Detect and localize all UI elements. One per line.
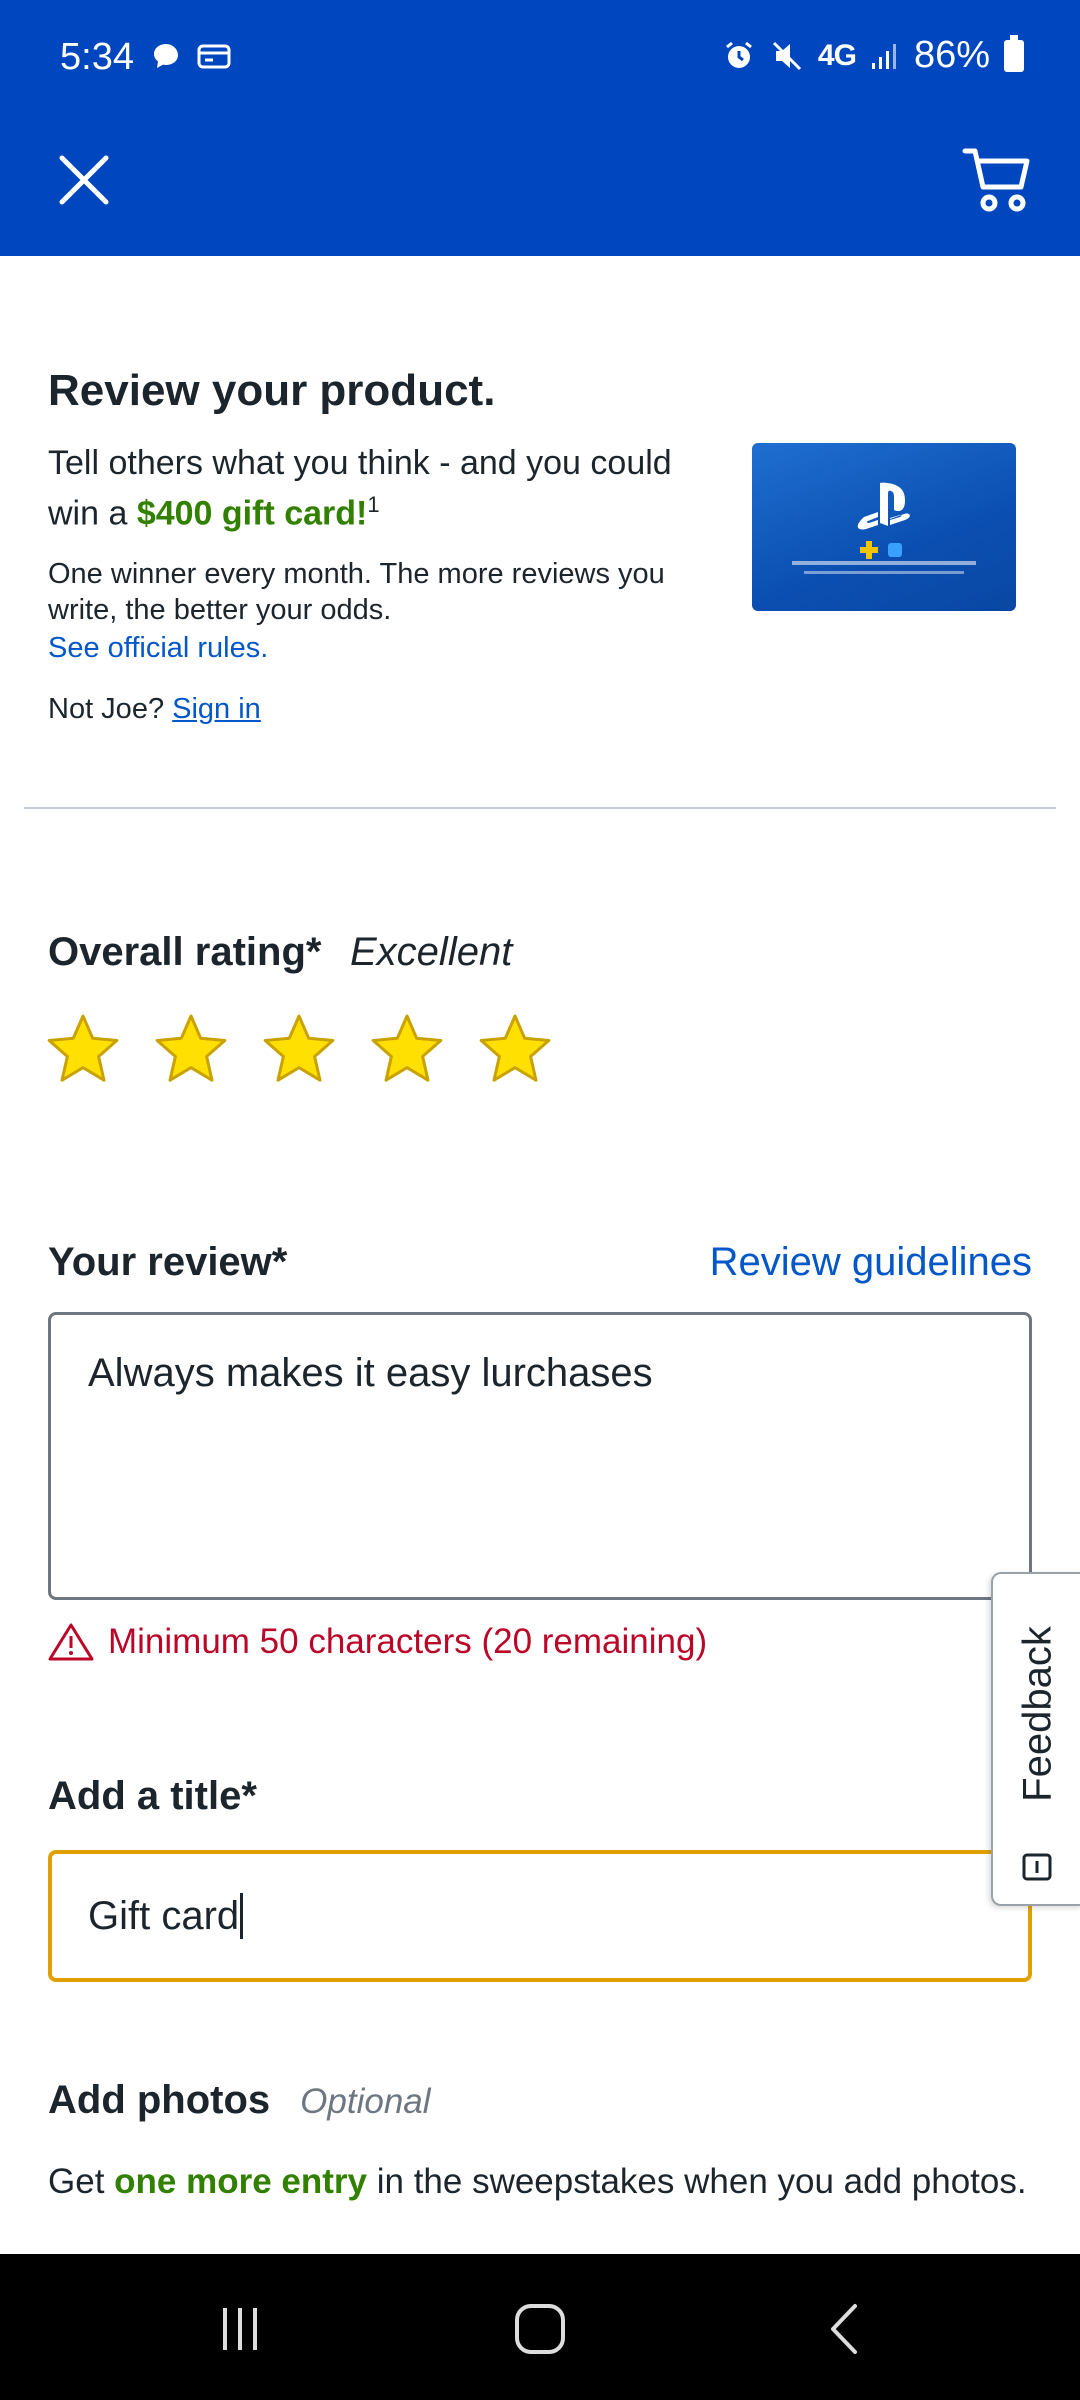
star-icon[interactable] [370, 1012, 444, 1086]
alarm-icon [725, 41, 752, 68]
star-icon[interactable] [478, 1012, 552, 1086]
status-bar: 5:34 4G 86% [0, 0, 1080, 120]
card-fine-print [804, 571, 964, 574]
rating-value: Excellent [350, 930, 513, 974]
prize-highlight: $400 gift card! [136, 494, 368, 533]
battery-icon [1004, 34, 1024, 72]
promo-lead: Tell others what you think - and you cou… [48, 442, 688, 534]
review-error: Minimum 50 characters (20 remaining) [48, 1622, 707, 1662]
chat-bubble-icon [154, 44, 178, 68]
text-caret [240, 1893, 244, 1939]
back-icon [831, 2304, 857, 2354]
playstation-logo-icon [857, 482, 910, 559]
battery-percent: 86% [913, 34, 990, 76]
section-divider [24, 807, 1056, 809]
wallet-icon [197, 44, 231, 69]
not-user-text: Not Joe? [48, 693, 165, 726]
review-guidelines-link[interactable]: Review guidelines [710, 1240, 1032, 1285]
rating-label: Overall rating* [48, 930, 322, 974]
home-icon [515, 2304, 565, 2354]
title-label: Add a title* [48, 1774, 257, 1818]
mute-icon [772, 41, 801, 70]
home-button[interactable] [500, 2294, 580, 2364]
notification-icons [150, 40, 232, 72]
photos-desc-prefix: Get [48, 2162, 115, 2201]
star-icon[interactable] [154, 1012, 228, 1086]
add-photos-description: Get one more entry in the sweepstakes wh… [48, 2160, 1032, 2203]
feedback-icon [1022, 1853, 1052, 1881]
product-image [752, 443, 1016, 611]
page-title: Review your product. [48, 366, 496, 415]
close-button[interactable] [48, 144, 120, 216]
recents-icon [223, 2308, 257, 2350]
review-textarea[interactable]: Always makes it easy lurchases [48, 1312, 1032, 1600]
review-form: Review your product. Tell others what yo… [0, 256, 1080, 2254]
footnote-marker: 1 [367, 492, 380, 517]
review-text: Always makes it easy lurchases [88, 1351, 653, 1395]
system-nav-bar [0, 2254, 1080, 2400]
star-icon[interactable] [262, 1012, 336, 1086]
recents-button[interactable] [200, 2294, 280, 2364]
star-rating[interactable] [46, 1012, 552, 1086]
warning-icon [48, 1623, 94, 1661]
add-photos-label: Add photos [48, 2078, 271, 2122]
feedback-label: Feedback [1015, 1626, 1060, 1802]
add-photos-header: Add photos Optional [48, 2078, 431, 2123]
promo-subtext: One winner every month. The more reviews… [48, 558, 665, 627]
cart-icon [962, 148, 1030, 212]
close-icon [59, 155, 109, 205]
signal-icon [871, 43, 896, 69]
optional-tag: Optional [300, 2082, 431, 2121]
network-type: 4G [817, 38, 857, 72]
promo-section: Review your product. Tell others what yo… [48, 366, 688, 726]
photos-desc-suffix: in the sweepstakes when you add photos. [367, 2162, 1027, 2201]
title-input[interactable]: Gift card [48, 1850, 1032, 1982]
sign-in-line: Not Joe? Sign in [48, 693, 688, 726]
feedback-tab[interactable]: Feedback [991, 1572, 1080, 1906]
review-label: Your review* [48, 1240, 288, 1284]
title-input-value: Gift card [88, 1893, 240, 1938]
cart-button[interactable] [954, 136, 1040, 222]
official-rules-link[interactable]: See official rules. [48, 632, 688, 665]
app-bar [0, 120, 1080, 256]
sign-in-link[interactable]: Sign in [172, 693, 261, 725]
photos-desc-highlight: one more entry [114, 2162, 367, 2201]
status-time: 5:34 [60, 36, 134, 78]
status-right: 4G 86% [722, 34, 1024, 77]
review-error-text: Minimum 50 characters (20 remaining) [108, 1622, 708, 1661]
card-fine-print [792, 561, 976, 565]
star-icon[interactable] [46, 1012, 120, 1086]
back-button[interactable] [805, 2294, 885, 2364]
